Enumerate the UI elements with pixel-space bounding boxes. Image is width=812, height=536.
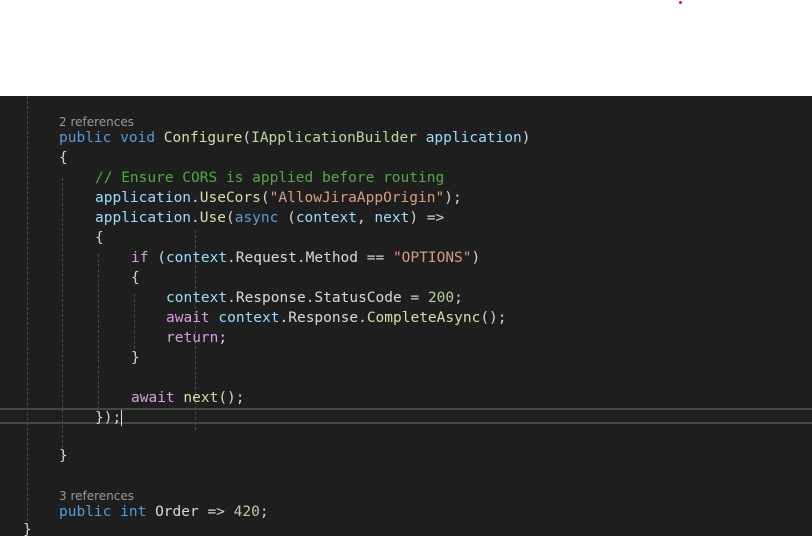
- code-line-use-cors: application.UseCors("AllowJiraAppOrigin"…: [95, 190, 462, 206]
- indent-guide-if: [134, 294, 135, 354]
- red-dot-marker: [679, 1, 682, 4]
- code-line-status-code: context.Response.StatusCode = 200;: [166, 290, 463, 306]
- code-line-complete-async: await context.Response.CompleteAsync();: [166, 310, 507, 326]
- code-line-use-async: application.Use(async (context, next) =>: [95, 210, 445, 226]
- indent-guide-lambda: [98, 254, 99, 414]
- code-line-if-close-brace: }: [131, 350, 140, 366]
- code-editor[interactable]: 2 references public void Configure(IAppl…: [0, 96, 812, 536]
- code-line-if-options: if (context.Request.Method == "OPTIONS"): [131, 250, 481, 266]
- indent-guide-class: [27, 96, 28, 536]
- code-line-method-close-brace: }: [59, 448, 68, 464]
- code-line-lambda-open-brace: {: [95, 230, 104, 246]
- code-line-comment: // Ensure CORS is applied before routing: [95, 170, 445, 186]
- code-line-lambda-close[interactable]: });: [95, 408, 123, 428]
- code-line-method-open-brace: {: [59, 150, 68, 166]
- text-caret: [121, 410, 123, 426]
- code-line-if-open-brace: {: [131, 270, 140, 286]
- code-line-order-property: public int Order => 420;: [59, 504, 269, 520]
- code-line-await-next: await next();: [131, 390, 245, 406]
- code-line-return: return;: [166, 330, 228, 346]
- code-line-class-close-brace: }: [23, 522, 32, 536]
- top-whitespace: [0, 0, 812, 96]
- code-line-configure-signature: public void Configure(IApplicationBuilde…: [59, 130, 531, 146]
